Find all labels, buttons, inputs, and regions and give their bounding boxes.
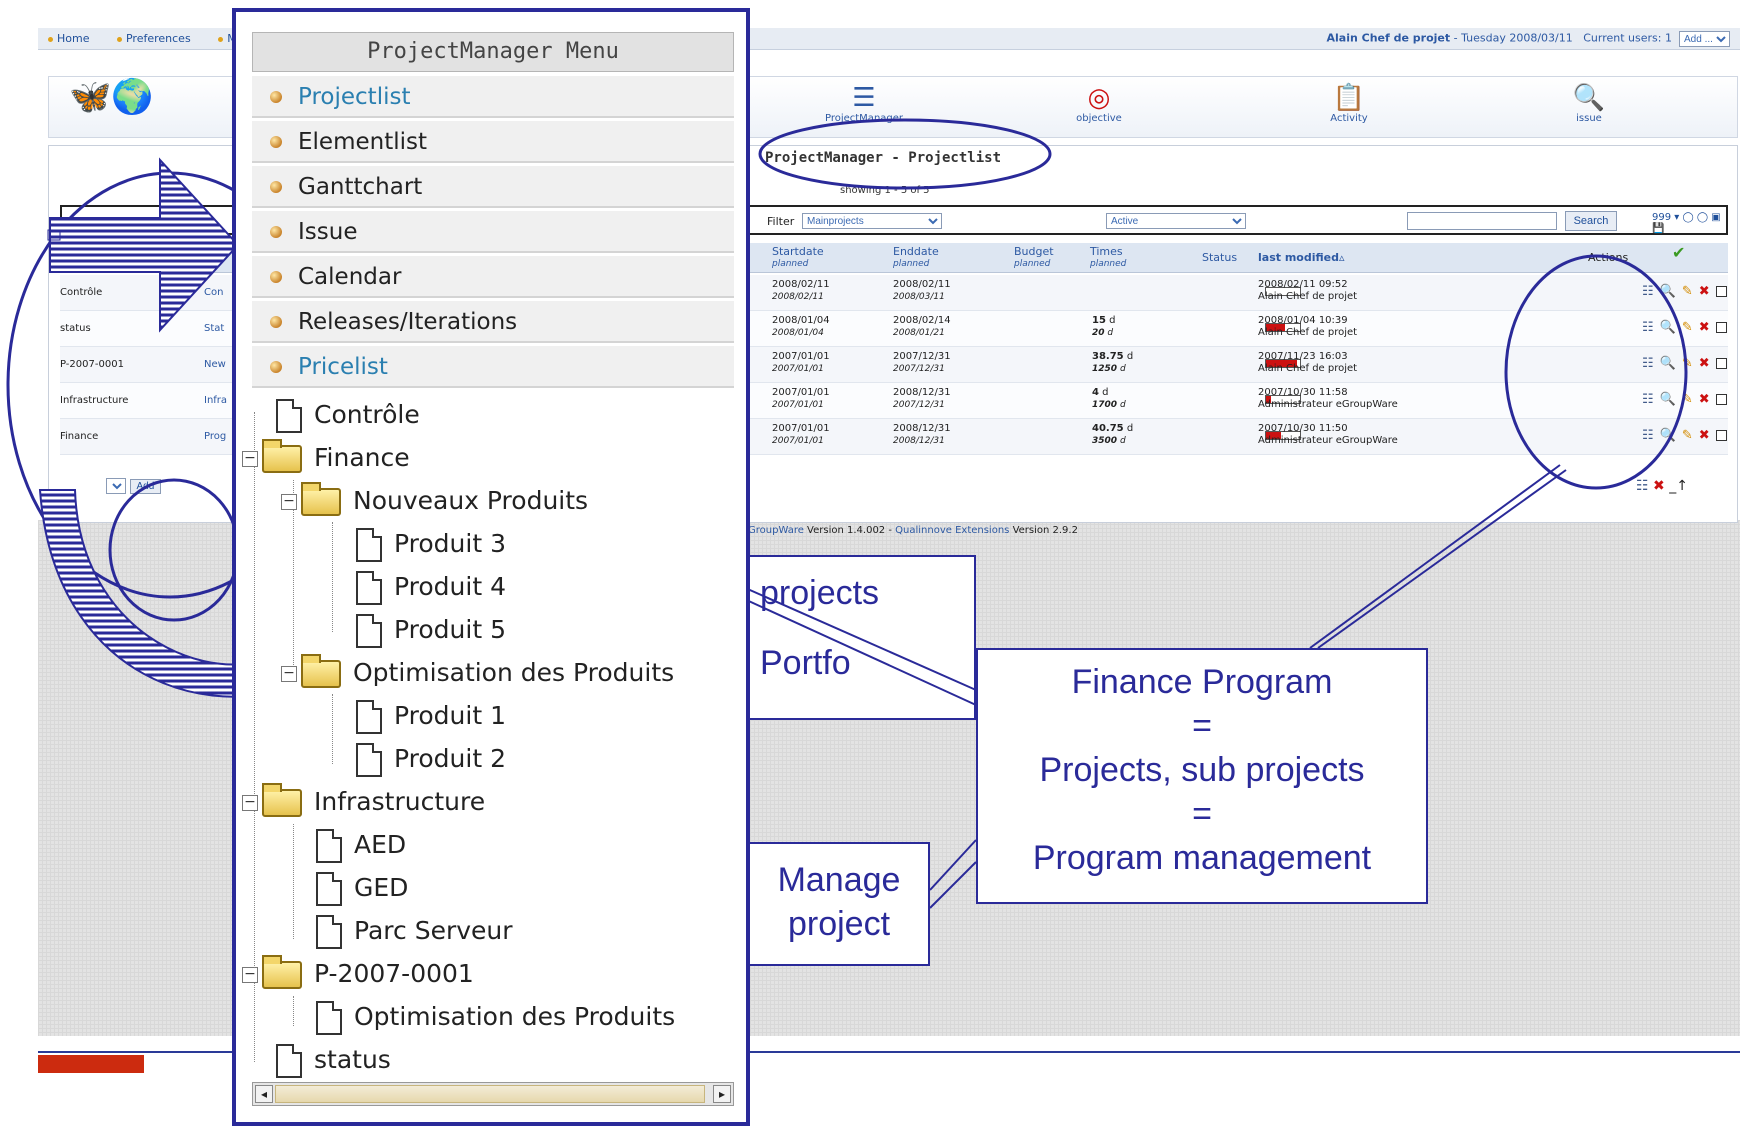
menu-item-projectlist[interactable]: Projectlist (252, 76, 734, 118)
actions-leader-line-2 (1317, 469, 1567, 649)
bullet-icon (270, 181, 282, 193)
tree-item-label: GED (354, 873, 409, 902)
tree-item-label: Parc Serveur (354, 916, 513, 945)
menu-item-pricelist[interactable]: Pricelist (252, 346, 734, 388)
tree-item[interactable]: status (276, 1040, 391, 1080)
tree-folder[interactable]: − Nouveaux Produits (281, 481, 588, 521)
document-icon (316, 1001, 342, 1035)
tree-item-label: Produit 3 (394, 529, 506, 558)
menu-item-ganttchart[interactable]: Ganttchart (252, 166, 734, 208)
collapse-icon[interactable]: − (242, 967, 258, 983)
folder-icon (262, 439, 302, 473)
tree-item-label: Produit 5 (394, 615, 506, 644)
menu-item-label: Ganttchart (298, 174, 423, 200)
menu-item-elementlist[interactable]: Elementlist (252, 121, 734, 163)
bullet-icon (270, 136, 282, 148)
tree-item-label: Nouveaux Produits (353, 486, 589, 515)
manage-leader-line (929, 839, 977, 891)
menu-item-calendar[interactable]: Calendar (252, 256, 734, 298)
tree-item[interactable]: Parc Serveur (316, 911, 513, 951)
menu-title: ProjectManager Menu (252, 32, 734, 72)
collapse-icon[interactable]: − (281, 494, 297, 510)
tree-item[interactable]: Produit 5 (356, 610, 506, 650)
document-icon (316, 829, 342, 863)
tree-folder[interactable]: − Finance (242, 438, 410, 478)
tree-item-label: P-2007-0001 (314, 959, 474, 988)
tree-item-label: status (314, 1045, 391, 1074)
document-icon (356, 528, 382, 562)
tree-item-label: Produit 2 (394, 744, 506, 773)
projectmanager-menu: ProjectManager Menu Projectlist Elementl… (232, 8, 750, 1126)
menu-item-issue[interactable]: Issue (252, 211, 734, 253)
tree-folder[interactable]: − Infrastructure (242, 782, 485, 822)
document-icon (356, 571, 382, 605)
tree-item-label: Produit 4 (394, 572, 506, 601)
collapse-icon[interactable]: − (242, 451, 258, 467)
document-icon (276, 1044, 302, 1078)
document-icon (316, 915, 342, 949)
tree-item[interactable]: Contrôle (276, 395, 420, 435)
tree-item[interactable]: Produit 4 (356, 567, 506, 607)
menu-item-releases[interactable]: Releases/Iterations (252, 301, 734, 343)
tree-item[interactable]: Produit 2 (356, 739, 506, 779)
document-icon (356, 614, 382, 648)
tree-item-label: AED (354, 830, 407, 859)
folder-icon (301, 654, 341, 688)
menu-item-label: Elementlist (298, 129, 428, 155)
scroll-right-arrow-icon[interactable]: ▸ (713, 1085, 731, 1103)
tree-guide-line (332, 694, 333, 764)
folder-icon (301, 482, 341, 516)
menu-item-label: Issue (298, 219, 358, 245)
folder-icon (262, 955, 302, 989)
bullet-icon (270, 226, 282, 238)
manage-leader-line-2 (929, 861, 977, 909)
tree-folder[interactable]: − Optimisation des Produits (281, 653, 674, 693)
menu-item-label: Calendar (298, 264, 402, 290)
tree-item-label: Optimisation des Produits (353, 658, 675, 687)
bullet-icon (270, 316, 282, 328)
actions-leader-line (1309, 464, 1561, 649)
tree-item[interactable]: GED (316, 868, 408, 908)
bullet-icon (270, 271, 282, 283)
tree-item[interactable]: AED (316, 825, 406, 865)
document-icon (356, 700, 382, 734)
menu-item-label: Pricelist (298, 354, 388, 380)
tree-guide-line (293, 824, 294, 939)
tree-guide-line (332, 522, 333, 632)
add-highlight-ellipse (108, 478, 240, 622)
tree-item[interactable]: Optimisation des Produits (316, 997, 675, 1037)
document-icon (316, 872, 342, 906)
right-arrow-icon (49, 157, 240, 333)
bullet-icon (270, 361, 282, 373)
tree-item-label: Produit 1 (394, 701, 506, 730)
tree-guide-line (293, 996, 294, 1026)
menu-item-label: Releases/Iterations (298, 309, 518, 335)
document-icon (276, 399, 302, 433)
horizontal-scrollbar[interactable]: ◂ ▸ (252, 1082, 734, 1106)
scrollbar-thumb[interactable] (275, 1085, 705, 1103)
tree-item[interactable]: Produit 1 (356, 696, 506, 736)
tree-item-label: Optimisation des Produits (354, 1002, 676, 1031)
scroll-left-arrow-icon[interactable]: ◂ (255, 1085, 273, 1103)
collapse-icon[interactable]: − (281, 666, 297, 682)
menu-item-label: Projectlist (298, 84, 411, 110)
actions-highlight-ellipse (1504, 254, 1688, 490)
folder-icon (262, 783, 302, 817)
collapse-icon[interactable]: − (242, 795, 258, 811)
tree-item[interactable]: Produit 3 (356, 524, 506, 564)
tree-folder[interactable]: − P-2007-0001 (242, 954, 474, 994)
tree-item-label: Contrôle (314, 400, 420, 429)
tree-item-label: Finance (314, 443, 410, 472)
title-highlight-ellipse (758, 118, 1052, 190)
document-icon (356, 743, 382, 777)
tree-item-label: Infrastructure (314, 787, 486, 816)
bullet-icon (270, 91, 282, 103)
